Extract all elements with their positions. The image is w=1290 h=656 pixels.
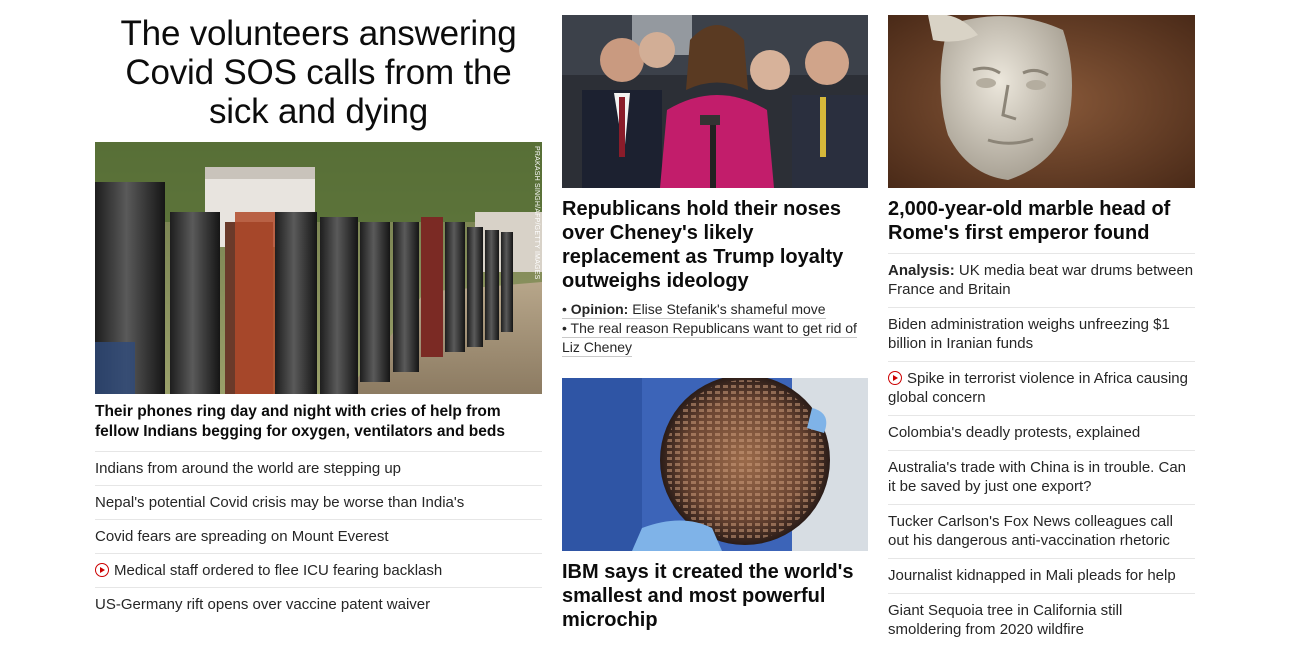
wafer-photo (562, 378, 868, 551)
right-list: Analysis: UK media beat war drums betwee… (888, 254, 1195, 647)
marble-head-headline: 2,000-year-old marble head of Rome's fir… (888, 197, 1195, 254)
list-item-text: Spike in terrorist violence in Africa ca… (888, 370, 1188, 406)
bullet-text: The real reason Republicans want to get … (562, 320, 857, 355)
list-item-text: Australia's trade with China is in troub… (888, 459, 1187, 495)
opinion-label: Opinion: (570, 301, 629, 317)
list-item[interactable]: Australia's trade with China is in troub… (888, 451, 1195, 505)
list-item[interactable]: Spike in terrorist violence in Africa ca… (888, 362, 1195, 416)
list-item[interactable]: Indians from around the world are steppi… (95, 452, 542, 486)
bullet-text: Elise Stefanik's shameful move (628, 301, 826, 317)
list-item[interactable]: Nepal's potential Covid crisis may be wo… (95, 486, 542, 520)
list-item[interactable]: Colombia's deadly protests, explained (888, 416, 1195, 451)
middle-column: Republicans hold their noses over Cheney… (562, 0, 868, 632)
list-item[interactable]: Biden administration weighs unfreezing $… (888, 308, 1195, 362)
image-credit: PRAKASH SINGH/AFP/GETTY IMAGES (533, 146, 540, 280)
oxygen-cylinders-photo (95, 142, 542, 394)
marble-head-image (888, 15, 1195, 188)
marble-head-photo[interactable] (888, 15, 1195, 188)
list-item-text: Indians from around the world are steppi… (95, 460, 402, 477)
ibm-story-link[interactable]: IBM says it created the world's smallest… (562, 560, 868, 632)
bullet-item: • The real reason Republicans want to ge… (562, 319, 868, 357)
lead-story-link[interactable]: Their phones ring day and night with cri… (95, 402, 542, 452)
list-item[interactable]: Covid fears are spreading on Mount Evere… (95, 520, 542, 554)
marble-head-story-link[interactable]: 2,000-year-old marble head of Rome's fir… (888, 197, 1195, 254)
analysis-label: Analysis: (888, 262, 955, 279)
list-item[interactable]: Analysis: UK media beat war drums betwee… (888, 254, 1195, 308)
ibm-microchip-photo[interactable] (562, 378, 868, 551)
list-item[interactable]: Tucker Carlson's Fox News colleagues cal… (888, 505, 1195, 559)
cheney-reason-link[interactable]: • The real reason Republicans want to ge… (562, 320, 857, 357)
list-item-text: Tucker Carlson's Fox News colleagues cal… (888, 513, 1173, 549)
list-item[interactable]: Giant Sequoia tree in California still s… (888, 594, 1195, 647)
play-video-icon (95, 563, 109, 577)
related-list: Indians from around the world are steppi… (95, 452, 542, 621)
play-video-icon (888, 371, 902, 385)
list-item[interactable]: Medical staff ordered to flee ICU fearin… (95, 554, 542, 588)
hero-headline-link[interactable]: The volunteers answering Covid SOS calls… (95, 14, 542, 131)
ibm-headline: IBM says it created the world's smallest… (562, 561, 854, 631)
list-item-text: Nepal's potential Covid crisis may be wo… (95, 494, 465, 511)
republicans-press-photo[interactable] (562, 15, 868, 188)
opinion-stefanik-link[interactable]: • Opinion: Elise Stefanik's shameful mov… (562, 301, 826, 319)
list-item-text: Medical staff ordered to flee ICU fearin… (114, 562, 443, 579)
hero-headline: The volunteers answering Covid SOS calls… (120, 14, 517, 131)
hero-image-oxygen-cylinders[interactable]: PRAKASH SINGH/AFP/GETTY IMAGES (95, 142, 542, 394)
list-item-text: Biden administration weighs unfreezing $… (888, 316, 1170, 352)
list-item[interactable]: Journalist kidnapped in Mali pleads for … (888, 559, 1195, 594)
list-item-text: Giant Sequoia tree in California still s… (888, 602, 1123, 638)
list-item-text: Colombia's deadly protests, explained (888, 424, 1141, 441)
list-item-text: US-Germany rift opens over vaccine paten… (95, 596, 431, 613)
list-item-text: Journalist kidnapped in Mali pleads for … (888, 567, 1176, 584)
bullet-item: • Opinion: Elise Stefanik's shameful mov… (562, 300, 868, 319)
list-item-text: Covid fears are spreading on Mount Evere… (95, 528, 389, 545)
right-column: 2,000-year-old marble head of Rome's fir… (888, 0, 1195, 647)
republicans-headline: Republicans hold their noses over Cheney… (562, 198, 844, 292)
lead-story-text: Their phones ring day and night with cri… (95, 402, 542, 452)
top-story-column: The volunteers answering Covid SOS calls… (95, 0, 542, 621)
republicans-story-link[interactable]: Republicans hold their noses over Cheney… (562, 197, 868, 293)
list-item[interactable]: US-Germany rift opens over vaccine paten… (95, 588, 542, 621)
republicans-bullets: • Opinion: Elise Stefanik's shameful mov… (562, 300, 868, 357)
press-conference-photo (562, 15, 868, 188)
